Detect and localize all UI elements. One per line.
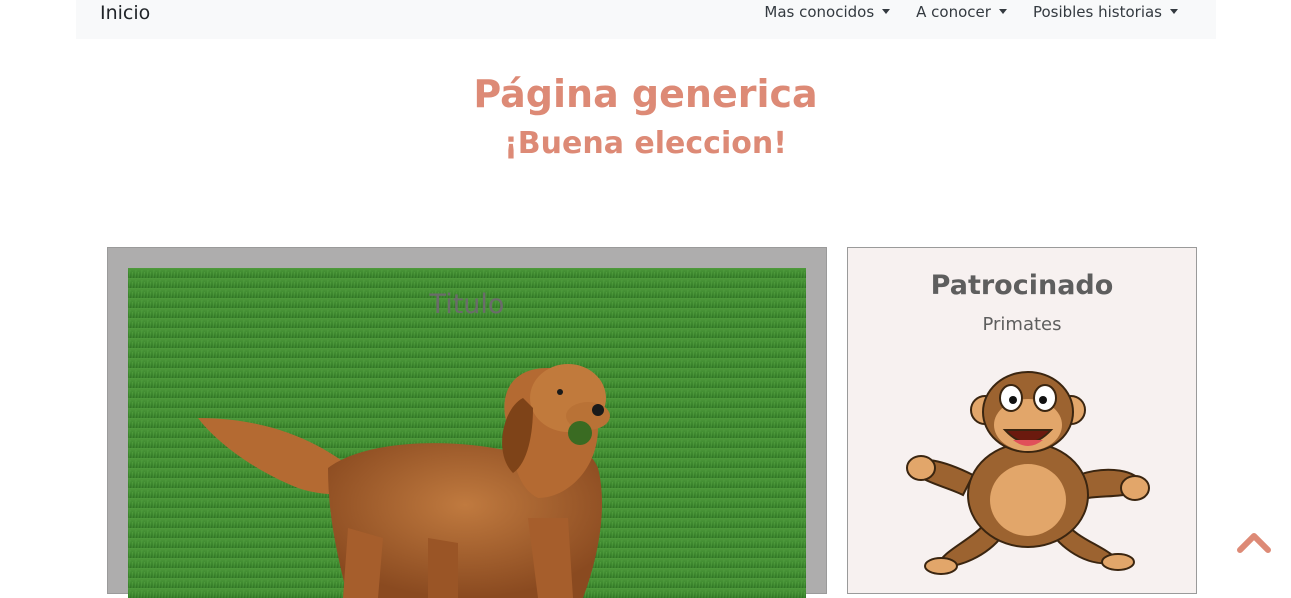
- nav-item-posibles-historias[interactable]: Posibles historias: [1033, 0, 1178, 24]
- chevron-up-icon: [1237, 533, 1271, 553]
- nav-item-label: Mas conocidos: [764, 3, 875, 21]
- caret-down-icon: [1170, 8, 1178, 14]
- main-card: Titulo: [107, 247, 827, 598]
- scroll-to-top-button[interactable]: [1236, 530, 1272, 556]
- nav-brand[interactable]: Inicio: [100, 1, 150, 25]
- sponsor-card: Patrocinado Primates: [847, 247, 1197, 594]
- nav-item-a-conocer[interactable]: A conocer: [916, 0, 1007, 24]
- page-title: Página generica: [473, 72, 818, 116]
- navbar: Inicio Mas conocidos A conocer Posibles …: [76, 0, 1216, 39]
- page-subtitle: ¡Buena eleccion!: [504, 126, 787, 161]
- nav-item-label: Posibles historias: [1032, 3, 1162, 21]
- nav-menu: Mas conocidos A conocer Posibles histori…: [738, 0, 1178, 24]
- monkey-image: [903, 370, 1153, 580]
- sponsor-title: Patrocinado: [930, 270, 1114, 301]
- sponsor-subtitle: Primates: [982, 314, 1062, 335]
- nav-item-mas-conocidos[interactable]: Mas conocidos: [764, 0, 891, 24]
- card-title: Titulo: [429, 289, 505, 320]
- caret-down-icon: [998, 8, 1007, 14]
- dog-image: Titulo: [128, 268, 806, 598]
- nav-item-label: A conocer: [916, 3, 991, 21]
- caret-down-icon: [882, 8, 891, 14]
